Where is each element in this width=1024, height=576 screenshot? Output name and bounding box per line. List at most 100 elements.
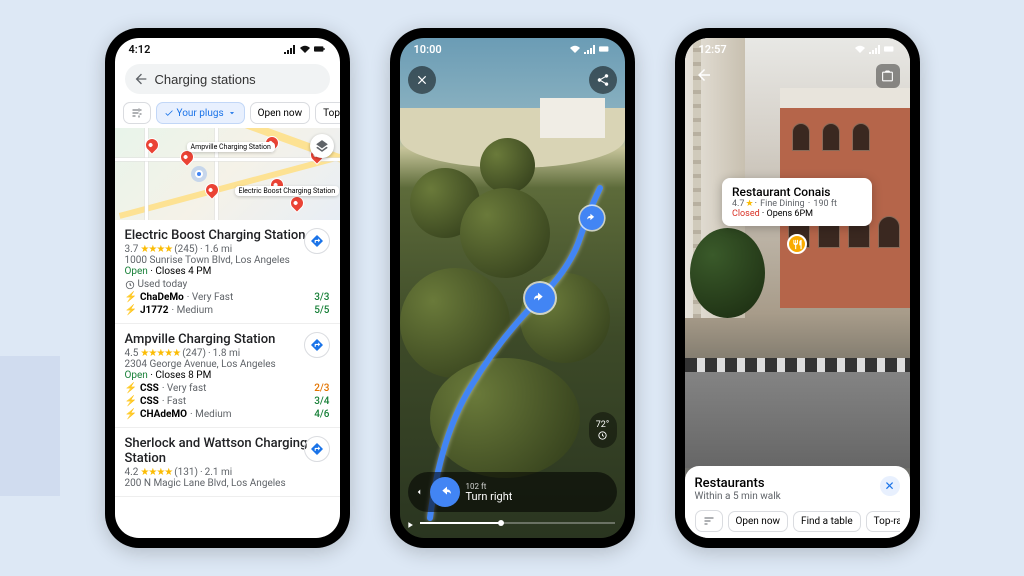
results-list: Electric Boost Charging Station 3.7 ★★★★…: [115, 220, 340, 538]
layers-button[interactable]: [310, 134, 334, 158]
route-turn-marker: [525, 283, 555, 313]
status-icons: [569, 44, 611, 54]
cellular-icon: [869, 44, 881, 54]
play-button[interactable]: [405, 520, 415, 530]
result-item[interactable]: Electric Boost Charging Station 3.7 ★★★★…: [115, 220, 340, 324]
timeline-slider[interactable]: [420, 522, 615, 524]
clock: 4:12: [129, 43, 151, 56]
wifi-icon: [569, 44, 581, 54]
bolt-icon: ⚡: [125, 305, 137, 316]
bolt-icon: ⚡: [125, 292, 137, 303]
bottom-sheet[interactable]: ✕ Restaurants Within a 5 min walk Open n…: [685, 466, 910, 538]
clock-icon: [597, 430, 608, 441]
chevron-down-icon: [227, 108, 237, 118]
result-item[interactable]: Sherlock and Wattson Charging Station 4.…: [115, 428, 340, 497]
current-location-dot: [195, 170, 203, 178]
sheet-title: Restaurants: [695, 476, 900, 491]
share-button[interactable]: [589, 66, 617, 94]
clock-icon: [125, 280, 135, 290]
back-button[interactable]: [695, 66, 713, 84]
clock: 10:00: [414, 43, 442, 56]
map-pin[interactable]: [202, 180, 222, 200]
place-hours: Closed · Opens 6PM: [732, 209, 862, 219]
connector-row: ⚡CSS · Very fast 2/3: [125, 383, 330, 394]
status-icons: [854, 44, 896, 54]
sheet-subtitle: Within a 5 min walk: [695, 491, 900, 502]
status-bar: 4:12: [115, 38, 340, 60]
chip-your-plugs[interactable]: Your plugs: [156, 102, 245, 124]
cellular-icon: [584, 44, 596, 54]
map-label[interactable]: Ampville Charging Station: [187, 142, 275, 152]
search-bar[interactable]: [125, 64, 330, 94]
status-bar: 12:57: [685, 38, 910, 60]
used-info: Used today: [125, 279, 330, 290]
phone-immersive-nav: 10:00 72° 102 ft Turn right: [390, 28, 635, 548]
turn-icon: [430, 477, 460, 507]
directions-button[interactable]: [304, 436, 330, 462]
close-button[interactable]: [408, 66, 436, 94]
map-pin[interactable]: [287, 193, 307, 213]
map[interactable]: Ampville Charging Station Electric Boost…: [115, 128, 340, 220]
address: 2304 George Avenue, Los Angeles: [125, 359, 330, 370]
place-meta: 4.7 ★ · Fine Dining · 190 ft: [732, 199, 862, 209]
back-arrow-icon[interactable]: [133, 70, 149, 88]
status-icons: [284, 44, 326, 54]
search-input[interactable]: [155, 72, 331, 87]
connector-row: ⚡ ChaDeMo · Very Fast 3/3: [125, 292, 330, 303]
nav-distance: 102 ft: [466, 483, 513, 491]
clear-icon[interactable]: [337, 70, 340, 88]
phone-charging-stations: 4:12 Your plug: [105, 28, 350, 548]
directions-button[interactable]: [304, 228, 330, 254]
cellular-icon: [284, 44, 296, 54]
immersive-view[interactable]: [400, 38, 625, 538]
status-bar: 10:00: [400, 38, 625, 60]
weather-badge[interactable]: 72°: [589, 412, 617, 448]
result-item[interactable]: Ampville Charging Station 4.5 ★★★★★ (247…: [115, 324, 340, 428]
rating-line: 4.5 ★★★★★ (247) ·1.8 mi: [125, 348, 330, 359]
map-toggle-button[interactable]: [876, 64, 900, 88]
result-title: Ampville Charging Station: [125, 332, 330, 347]
connector-row: ⚡ J1772 · Medium 5/5: [125, 305, 330, 316]
wifi-icon: [854, 44, 866, 54]
chip-open-now[interactable]: Open now: [728, 511, 789, 532]
chip-open-now[interactable]: Open now: [250, 102, 311, 124]
phone-live-view: 12:57 Restaurant Conais 4.7 ★ · Fine Din…: [675, 28, 920, 548]
address: 1000 Sunrise Town Blvd, Los Angeles: [125, 255, 330, 266]
sheet-close-button[interactable]: ✕: [880, 476, 900, 496]
chip-find-table[interactable]: Find a table: [793, 511, 861, 532]
tree: [690, 228, 765, 318]
chevron-left-icon[interactable]: [414, 487, 424, 497]
connector-row: ⚡CSS · Fast 3/4: [125, 396, 330, 407]
rating-line: 3.7 ★★★★ (245) ·1.6 mi: [125, 244, 330, 255]
rating-line: 4.2 ★★★★ (131) ·2.1 mi: [125, 467, 330, 478]
street-view[interactable]: [685, 38, 910, 538]
restaurant-icon: [792, 239, 803, 250]
wifi-icon: [299, 44, 311, 54]
battery-icon: [884, 44, 896, 54]
road: [685, 358, 910, 468]
hours: Open · Closes 4 PM: [125, 266, 330, 277]
clock: 12:57: [699, 43, 727, 56]
place-info-card[interactable]: Restaurant Conais 4.7 ★ · Fine Dining · …: [722, 178, 872, 226]
route-path: [400, 38, 625, 538]
chip-top-rated[interactable]: Top rated: [315, 102, 339, 124]
map-label[interactable]: Electric Boost Charging Station: [235, 186, 340, 196]
directions-button[interactable]: [304, 332, 330, 358]
sheet-filter-row: Open now Find a table Top-rated More: [695, 510, 900, 532]
connector-row: ⚡CHAdeMO · Medium 4/6: [125, 409, 330, 420]
poi-marker[interactable]: [787, 234, 807, 254]
filter-tune-button[interactable]: [695, 510, 723, 532]
filter-tune-button[interactable]: [123, 102, 151, 124]
result-title: Sherlock and Wattson Charging Station: [125, 436, 330, 466]
chip-top-rated[interactable]: Top-rated: [866, 511, 900, 532]
chip-label: Your plugs: [177, 108, 224, 119]
hours: Open · Closes 8 PM: [125, 370, 330, 381]
temperature: 72°: [596, 420, 609, 430]
battery-icon: [314, 44, 326, 54]
route-turn-marker: [580, 206, 604, 230]
result-title: Electric Boost Charging Station: [125, 228, 330, 243]
address: 200 N Magic Lane Blvd, Los Angeles: [125, 478, 330, 489]
nav-instruction: Turn right: [466, 491, 513, 502]
battery-icon: [599, 44, 611, 54]
nav-instruction-bar[interactable]: 102 ft Turn right: [408, 472, 617, 512]
